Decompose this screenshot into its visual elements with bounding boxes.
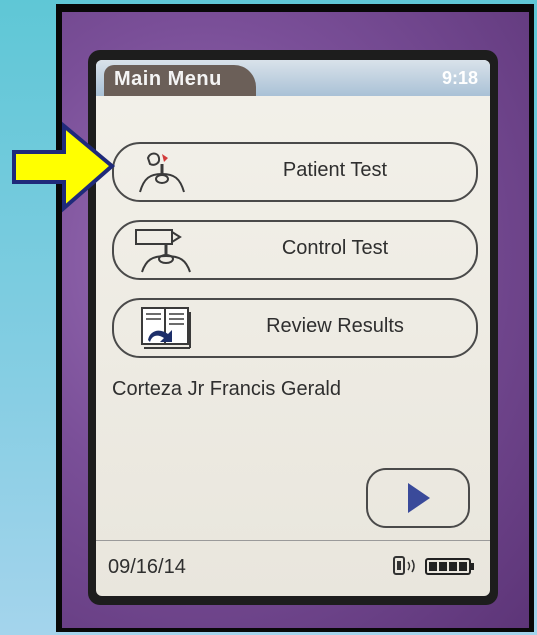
status-divider [96, 540, 490, 541]
control-test-label: Control Test [281, 237, 389, 259]
review-results-button[interactable]: Review Results [112, 298, 478, 358]
next-button[interactable] [366, 468, 470, 528]
control-test-button[interactable]: Control Test [112, 220, 478, 280]
battery-icon [425, 558, 474, 575]
vibration-icon [393, 556, 415, 575]
page-title: Main Menu [114, 68, 222, 90]
patient-test-label: Patient Test [282, 159, 388, 181]
device-screen: Main Menu 9:18 Patient Test Control Test… [96, 60, 490, 596]
status-icons [392, 554, 478, 583]
title-bar: Main Menu 9:18 [96, 60, 490, 96]
pointer-arrow-icon [8, 118, 118, 223]
patient-name: Corteza Jr Francis Gerald [112, 378, 341, 400]
patient-test-button[interactable]: Patient Test [112, 142, 478, 202]
status-date: 09/16/14 [108, 556, 186, 578]
review-results-label: Review Results [266, 315, 404, 337]
play-arrow-icon [408, 483, 430, 513]
clock: 9:18 [441, 68, 478, 88]
